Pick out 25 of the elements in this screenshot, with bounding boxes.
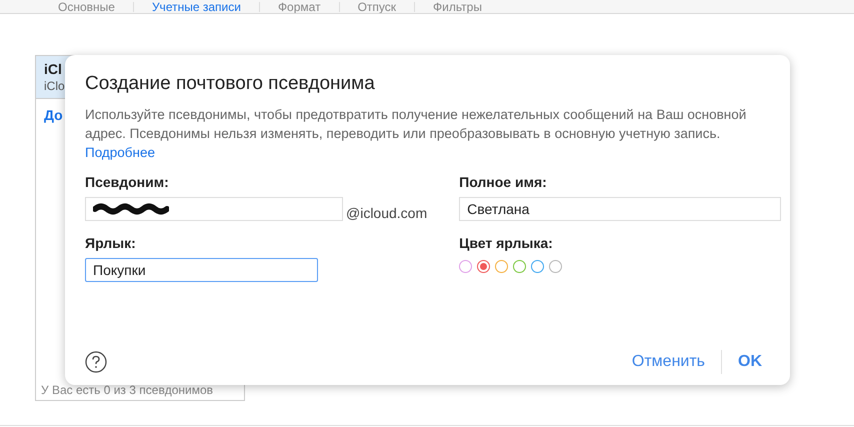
full-name-field[interactable]: Светлана — [459, 197, 782, 221]
color-option[interactable] — [459, 260, 472, 273]
dialog-description: Используйте псевдонимы, чтобы предотвратить получение нежелательных сообщений на Ваш основной адрес. Псевдонимы нельзя изменять, переводить или преобразовывать в основную учетную запись. Подробнее — [85, 106, 748, 162]
cancel-button[interactable]: Отменить — [624, 349, 713, 375]
field-label: Ярлык: — [85, 235, 137, 251]
field-label: Цвет ярлыка: — [459, 235, 554, 251]
color-option[interactable] — [495, 260, 508, 273]
color-option[interactable] — [549, 260, 562, 273]
alias-count-text: У Вас есть 0 из 3 псевдонимов — [40, 382, 214, 399]
account-subtitle: iClo — [44, 79, 65, 93]
account-title: iCl — [44, 61, 62, 77]
color-option[interactable] — [477, 260, 490, 273]
color-option[interactable] — [531, 260, 544, 273]
tab[interactable]: Основные — [40, 1, 133, 13]
help-icon[interactable] — [85, 351, 107, 373]
ok-button[interactable]: OK — [722, 349, 770, 375]
domain-text: @icloud.com — [346, 205, 428, 221]
dialog-title: Создание почтового псевдонима — [85, 73, 376, 95]
alias-field[interactable] — [85, 197, 343, 221]
tab[interactable]: Учетные записи — [134, 1, 259, 13]
more-link[interactable]: Подробнее — [85, 145, 156, 160]
tag-field[interactable]: Покупки — [85, 258, 318, 282]
color-option[interactable] — [513, 260, 526, 273]
field-label: Псевдоним: — [85, 174, 170, 190]
field-label: Полное имя: — [459, 174, 548, 190]
